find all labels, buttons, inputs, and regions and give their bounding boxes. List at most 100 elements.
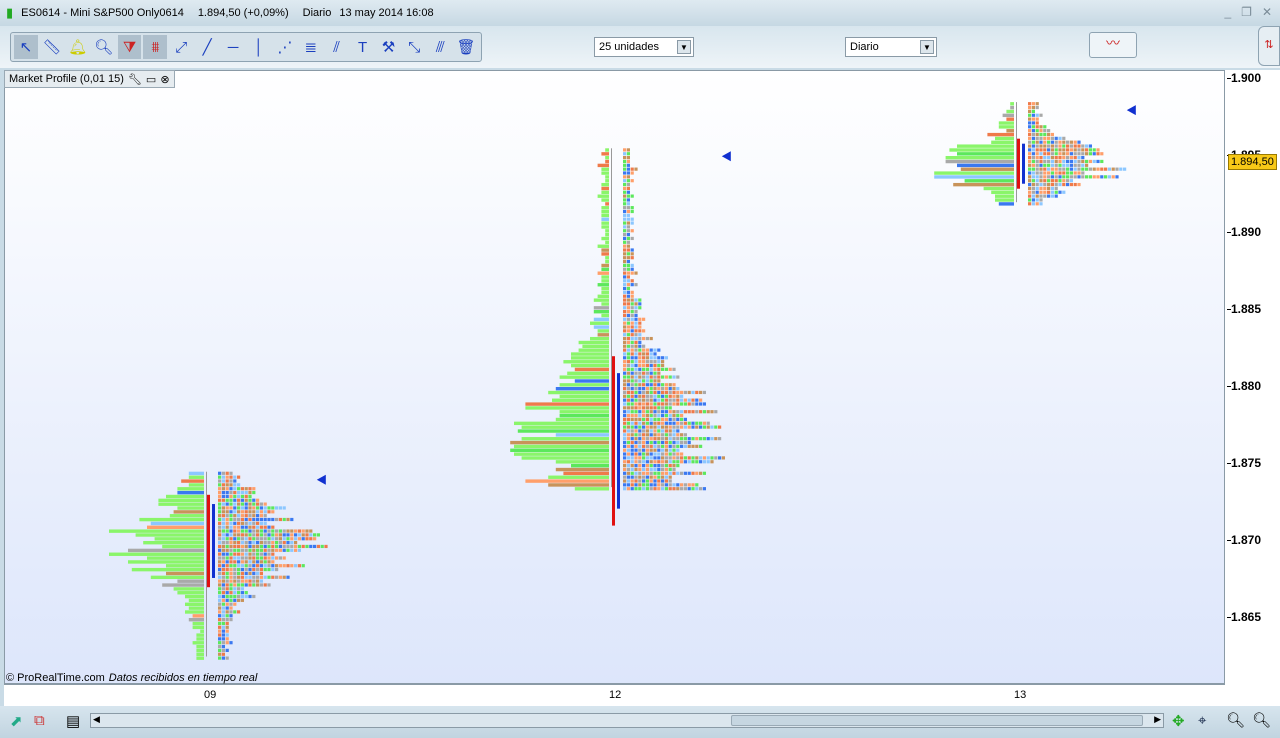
- trend-channel-icon[interactable]: ⫽: [325, 35, 349, 59]
- tpo-square: [218, 471, 222, 475]
- scrollbar-thumb[interactable]: [731, 715, 1143, 726]
- text-icon[interactable]: T: [351, 35, 375, 59]
- fibonacci-retracement-icon[interactable]: ≣: [299, 35, 323, 59]
- tpo-square: [1035, 105, 1039, 110]
- tpo-square: [259, 510, 263, 514]
- volume-bar: [185, 610, 204, 614]
- trash-icon[interactable]: 🗑︎: [454, 35, 478, 59]
- tpo-square: [1054, 136, 1058, 140]
- alarm-bell-icon[interactable]: 🔔︎: [66, 35, 90, 59]
- tpo-square: [297, 537, 301, 541]
- tpo-square: [218, 602, 222, 606]
- tpo-square: [642, 421, 646, 425]
- chevron-down-icon[interactable]: ▼: [920, 40, 934, 54]
- vertical-line-icon[interactable]: │: [247, 35, 271, 59]
- channel-icon[interactable]: ⩩: [143, 35, 168, 59]
- volume-bar: [998, 202, 1014, 206]
- zoom-in-icon[interactable]: 🔍︎: [1252, 711, 1271, 729]
- horizontal-line-icon[interactable]: ─: [221, 35, 245, 59]
- chevron-down-icon[interactable]: ▼: [677, 40, 691, 54]
- tpo-square: [634, 383, 638, 387]
- tpo-square: [233, 521, 237, 525]
- tpo-square: [626, 340, 630, 344]
- tpo-square: [259, 548, 263, 552]
- chart-area[interactable]: [4, 70, 1225, 684]
- tpo-square: [237, 533, 241, 537]
- minimize-icon[interactable]: _: [1224, 5, 1231, 19]
- tpo-square: [1028, 125, 1032, 129]
- scroll-left-icon[interactable]: ◀: [93, 714, 100, 725]
- tpo-square: [1069, 167, 1073, 171]
- close-icon[interactable]: ✕: [1262, 5, 1272, 19]
- tpo-square: [661, 410, 665, 414]
- zoom-icon[interactable]: 🔍︎: [92, 35, 116, 59]
- pointer-icon[interactable]: ↖: [14, 35, 38, 59]
- volume-bar: [983, 186, 1014, 191]
- template-icon[interactable]: ▤: [66, 712, 80, 730]
- tpo-square: [649, 336, 653, 341]
- line-icon[interactable]: ╱: [195, 35, 219, 59]
- triangle-pattern-icon[interactable]: ⧩: [117, 35, 142, 59]
- tpo-square: [252, 579, 256, 583]
- tpo-square: [1069, 182, 1073, 187]
- tpo-square: [634, 360, 638, 364]
- zoom-out-icon[interactable]: 🔍︎: [1226, 711, 1245, 729]
- tpo-square: [668, 471, 672, 475]
- tpo-square: [683, 433, 687, 437]
- window-icon[interactable]: ▭: [146, 73, 156, 86]
- tpo-square: [645, 479, 649, 483]
- tpo-square: [1088, 159, 1092, 164]
- tpo-square: [221, 637, 225, 641]
- volume-bar: [548, 390, 609, 395]
- wrench-icon[interactable]: 🔧︎: [128, 73, 142, 86]
- tools-icon[interactable]: ⚒: [376, 35, 400, 59]
- tpo-square: [218, 487, 222, 491]
- period-select[interactable]: Diario ▼: [845, 37, 937, 57]
- tpo-square: [657, 437, 661, 441]
- scroll-right-icon[interactable]: ▶: [1154, 714, 1161, 725]
- volume-bar: [601, 252, 609, 256]
- tpo-square: [664, 406, 668, 410]
- segment-icon[interactable]: ⤢: [169, 35, 193, 59]
- tpo-square: [645, 421, 649, 425]
- tpo-square: [623, 467, 627, 472]
- restore-icon[interactable]: ❐: [1241, 5, 1252, 19]
- tpo-square: [653, 479, 657, 483]
- chart-export-icon[interactable]: ⬈: [10, 712, 23, 730]
- chart-type-icon[interactable]: ⧉: [34, 712, 45, 729]
- tpo-square: [221, 475, 225, 479]
- auto-zoom-icon[interactable]: ⌖: [1198, 712, 1206, 729]
- tpo-square: [267, 567, 271, 572]
- tpo-square: [626, 163, 630, 167]
- tpo-square: [225, 564, 229, 568]
- tpo-square: [657, 460, 661, 464]
- volume-bar: [597, 163, 609, 168]
- value-area-line: [1022, 143, 1025, 184]
- pan-icon[interactable]: ✥: [1172, 712, 1185, 730]
- ruler-icon[interactable]: 📏︎: [40, 35, 64, 59]
- tpo-square: [1047, 182, 1051, 187]
- tpo-square: [263, 533, 267, 537]
- tpo-square: [676, 425, 680, 429]
- indicators-button[interactable]: 〰: [1089, 32, 1137, 58]
- tpo-square: [1047, 159, 1051, 164]
- tpo-square: [1028, 140, 1032, 144]
- close-circle-icon[interactable]: ⊗: [160, 73, 169, 86]
- tpo-square: [642, 471, 646, 475]
- tpo-square: [657, 464, 661, 468]
- tpo-square: [225, 487, 229, 491]
- time-axis[interactable]: 09 12 13: [4, 684, 1225, 706]
- tpo-square: [218, 641, 222, 645]
- side-panel-toggle[interactable]: ⇅: [1258, 26, 1280, 66]
- tpo-square: [1077, 144, 1081, 148]
- units-select[interactable]: 25 unidades ▼: [594, 37, 694, 57]
- tpo-square: [661, 387, 665, 391]
- tpo-square: [687, 390, 691, 395]
- horizontal-scrollbar[interactable]: ◀ ▶: [90, 713, 1164, 728]
- scale-icon[interactable]: ⤡: [402, 35, 426, 59]
- tpo-square: [1054, 159, 1058, 164]
- tpo-square: [634, 375, 638, 379]
- tpo-square: [271, 567, 275, 572]
- fibonacci-fan-icon[interactable]: ⋰: [273, 35, 297, 59]
- parallel-icon[interactable]: ⫻: [428, 35, 452, 59]
